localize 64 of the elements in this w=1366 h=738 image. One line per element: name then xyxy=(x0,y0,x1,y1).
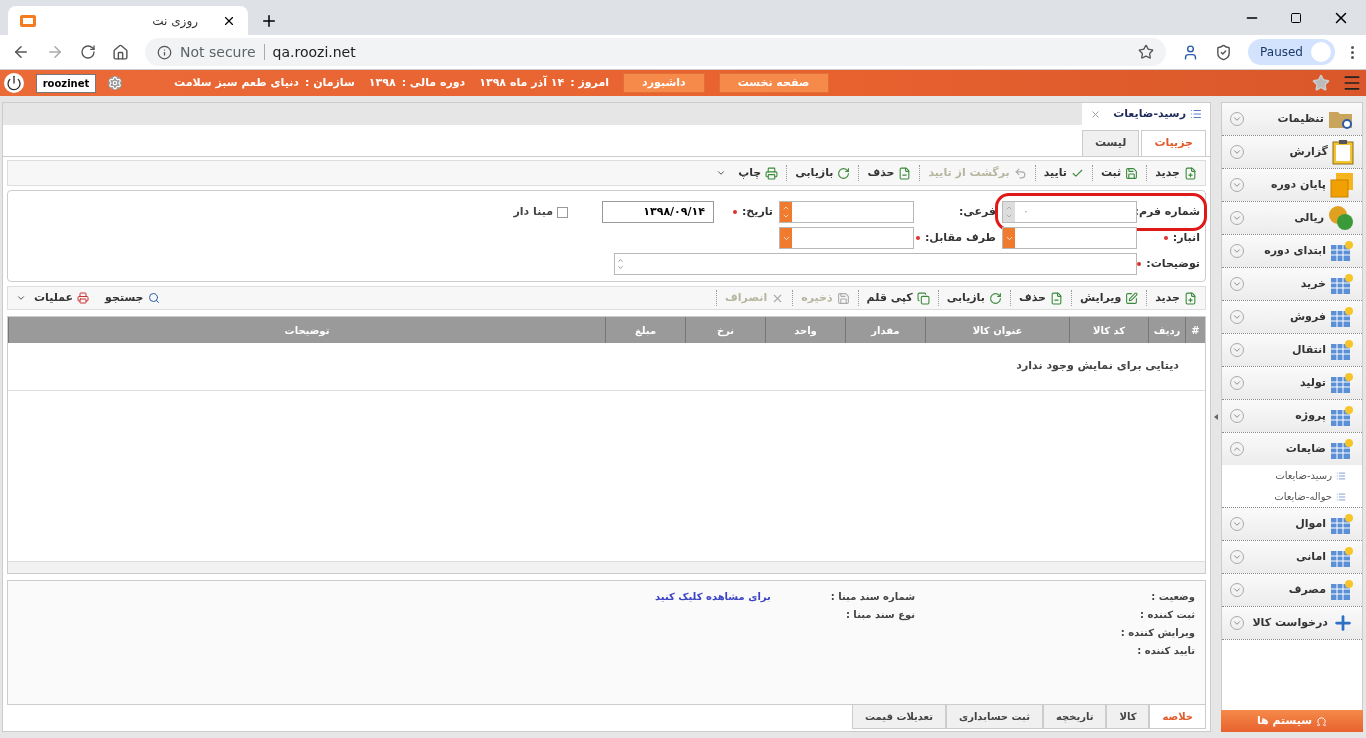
bottom-tab[interactable]: کالا xyxy=(1106,705,1150,729)
empty-message: دیتایی برای نمایش وجود ندارد xyxy=(1016,358,1179,375)
view-tab[interactable]: لیست xyxy=(1081,130,1140,156)
checkbox-label: مبنا دار xyxy=(513,203,553,220)
field-label: طرف مقابل: xyxy=(914,229,996,247)
action-button[interactable]: جستجو xyxy=(97,289,168,307)
toolbar-button[interactable]: جدید xyxy=(1147,289,1205,307)
browser-tab[interactable]: روزی نت xyxy=(8,6,248,35)
address-bar[interactable]: Not secure qa.roozi.net xyxy=(145,38,1167,66)
summary-label: تایید کننده : xyxy=(1136,644,1195,658)
toolbar-button[interactable]: تایید xyxy=(1035,164,1092,182)
summary-label: ثبت کننده : xyxy=(1138,608,1195,622)
sidebar-item[interactable]: تنظیمات xyxy=(1222,103,1362,135)
header-value: دنیای طعم سبز سلامت xyxy=(174,74,299,91)
header-label: سازمان : xyxy=(304,74,355,91)
sidebar-item[interactable]: ابتدای دوره xyxy=(1222,235,1362,267)
document-tab[interactable]: رسید-ضایعات xyxy=(1082,103,1210,125)
sidebar-item[interactable]: پایان دوره xyxy=(1222,169,1362,201)
bottom-tab[interactable]: تعدیلات قیمت xyxy=(852,705,946,729)
security-label: Not secure xyxy=(180,42,256,62)
sidebar-item[interactable]: خرید xyxy=(1222,268,1362,300)
field-label: فرعی: xyxy=(957,203,996,220)
view-tab[interactable]: جزییات xyxy=(1141,130,1206,156)
tab-title: روزی نت xyxy=(152,12,198,30)
bottom-tab[interactable]: تاریخچه xyxy=(1042,705,1107,729)
profile-button[interactable]: Paused xyxy=(1248,39,1335,65)
toolbar-button[interactable]: ثبت xyxy=(1092,164,1147,182)
sidebar-item[interactable]: ریالی xyxy=(1222,202,1362,234)
toolbar-button[interactable]: بازیابی xyxy=(787,164,859,182)
toolbar-button[interactable]: چاپ xyxy=(730,164,787,182)
toolbar-button[interactable]: کپی قلم xyxy=(858,289,938,307)
toolbar-button[interactable]: حذف xyxy=(1010,289,1071,307)
field-label: انبار: xyxy=(1137,229,1200,247)
sidebar-item[interactable]: درخواست کالا xyxy=(1222,607,1362,639)
sidebar-item[interactable]: مصرف xyxy=(1222,574,1362,606)
sidebar-item[interactable]: اموال xyxy=(1222,508,1362,540)
bottom-tab[interactable]: ثبت حسابداری xyxy=(946,705,1043,729)
header-label: امروز : xyxy=(570,74,609,91)
sidebar-item[interactable]: گزارش xyxy=(1222,136,1362,168)
action-button[interactable]: عملیات xyxy=(26,289,98,307)
summary-label: وضعیت : xyxy=(1150,590,1195,604)
sidebar-item[interactable]: امانی xyxy=(1222,541,1362,573)
toolbar-button[interactable]: حذف xyxy=(859,164,920,182)
summary-label: شماره سند مبنا : xyxy=(830,590,915,604)
toolbar-button[interactable]: بازیابی xyxy=(938,289,1010,307)
header-label: دوره مالی : xyxy=(401,74,466,91)
summary-label: نوع سند مبنا : xyxy=(844,608,915,622)
sidebar-item[interactable]: ضایعات xyxy=(1222,433,1362,465)
sidebar-item[interactable]: انتقال xyxy=(1222,334,1362,366)
field-label: توضیحات: xyxy=(1137,255,1200,273)
summary-label: ویرایش کننده : xyxy=(1119,626,1195,640)
sidebar-item[interactable]: پروژه xyxy=(1222,400,1362,432)
sidebar-item[interactable]: فروش xyxy=(1222,301,1362,333)
user-field: roozinet xyxy=(36,73,96,93)
bottom-tab[interactable]: خلاصه xyxy=(1149,705,1206,729)
date-field[interactable]: ۱۳۹۸/۰۹/۱۴ xyxy=(602,201,714,223)
view-link[interactable]: برای مشاهده کلیک کنید xyxy=(655,589,771,604)
toolbar-button[interactable]: جدید xyxy=(1147,164,1205,182)
url-text: qa.roozi.net xyxy=(272,42,356,62)
toolbar-button[interactable]: ویرایش xyxy=(1071,289,1147,307)
header-value: ۱۴ آذر ماه ۱۳۹۸ xyxy=(479,74,565,91)
field-label: تاریخ: xyxy=(714,203,773,221)
header-value: ۱۳۹۸ xyxy=(368,74,396,91)
sidebar-item[interactable]: تولید xyxy=(1222,367,1362,399)
